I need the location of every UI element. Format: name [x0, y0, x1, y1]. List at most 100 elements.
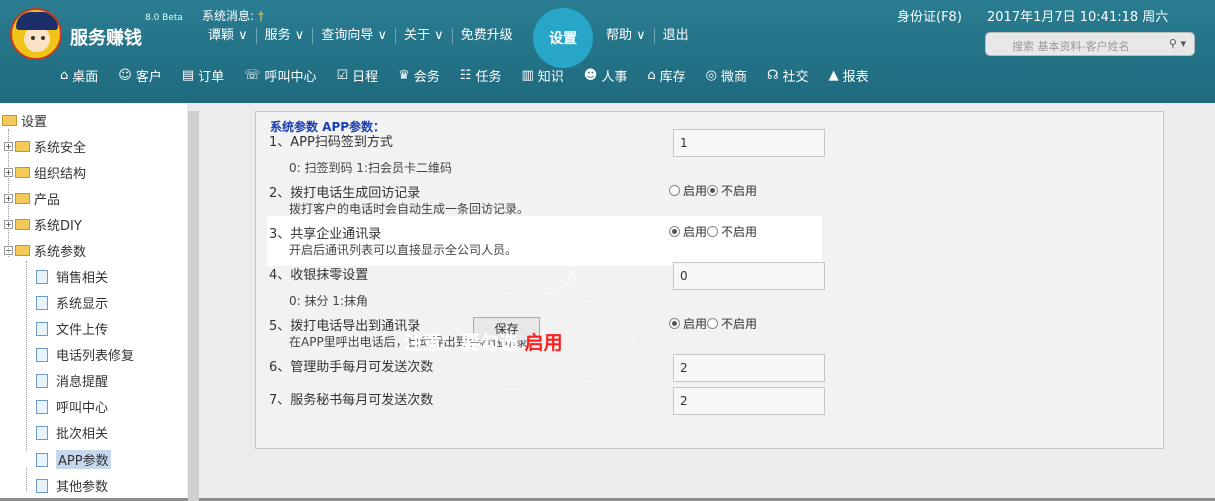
menu-about[interactable]: 关于 ∨: [396, 28, 453, 44]
customer-icon: ☺: [118, 68, 132, 83]
system-message: 系统消息: †: [202, 9, 265, 23]
idcard-link[interactable]: 身份证(F8): [897, 6, 962, 25]
meeting-icon: ♛: [398, 68, 410, 83]
nav-schedule[interactable]: ☑ 日程: [336, 66, 378, 85]
nav-inventory[interactable]: ⌂ 库存: [647, 66, 685, 85]
tree-item-other[interactable]: 其他参数: [36, 476, 108, 495]
menu-service[interactable]: 服务 ∨: [257, 28, 314, 44]
nav-customer[interactable]: ☺ 客户: [118, 66, 162, 85]
param-label: 2、拨打电话生成回访记录: [269, 186, 421, 201]
param-label: 5、拨打电话导出到通讯录: [269, 319, 421, 334]
page-icon: [36, 425, 48, 440]
page-icon: [36, 452, 48, 467]
radio-group: 启用 不启用: [669, 315, 757, 332]
home-icon: ⌂: [60, 68, 69, 83]
page-icon: [36, 321, 48, 336]
menu-upgrade[interactable]: 免费升级: [453, 28, 521, 44]
param-desc: 开启后通讯列表可以直接显示全公司人员。: [289, 243, 518, 257]
tree-root-settings[interactable]: 设置: [2, 111, 47, 130]
tree-group-product[interactable]: + 产品: [4, 189, 60, 208]
menu-query-wizard[interactable]: 查询向导 ∨: [313, 28, 396, 44]
secretary-monthly-input[interactable]: 2: [673, 387, 825, 415]
radio-disable[interactable]: [707, 226, 719, 237]
warehouse-icon: ⌂: [647, 68, 656, 83]
page-icon: [36, 347, 48, 362]
person-icon: ☻: [583, 68, 598, 83]
radio-disable[interactable]: [707, 318, 719, 329]
nav-task[interactable]: ☷ 任务: [460, 66, 502, 85]
param-desc: 0: 扫签到码 1:扫会员卡二维码: [289, 161, 452, 175]
nav-knowledge[interactable]: ▥ 知识: [521, 66, 563, 85]
radio-enable[interactable]: [669, 318, 680, 329]
search-icon[interactable]: ⚲ ▾: [1169, 37, 1186, 50]
tree-group-security[interactable]: + 系统安全: [4, 137, 86, 156]
nav-social[interactable]: ☊ 社交: [767, 66, 809, 85]
folder-icon: [15, 245, 30, 256]
page-icon: [36, 399, 48, 414]
app-checkin-mode-input[interactable]: 1: [673, 129, 825, 157]
settings-button[interactable]: 设置: [533, 8, 593, 68]
tree-item-upload[interactable]: 文件上传: [36, 319, 108, 338]
calendar-icon: ☑: [336, 68, 349, 83]
right-menu: 帮助 ∨ 退出: [598, 28, 697, 44]
tree-group-params[interactable]: − 系统参数: [4, 241, 86, 260]
nav-callcenter[interactable]: ☏ 呼叫中心: [244, 66, 316, 85]
param-label: 3、共享企业通讯录: [269, 227, 382, 242]
assistant-monthly-input[interactable]: 2: [673, 354, 825, 382]
folder-icon: [15, 193, 30, 204]
datetime-display: 2017年1月7日 10:41:18 周六: [987, 10, 1169, 25]
menu-logout[interactable]: 退出: [655, 28, 697, 44]
page-icon: [36, 295, 48, 310]
tree-group-org[interactable]: + 组织结构: [4, 163, 86, 182]
wechat-icon: ◎: [705, 68, 717, 83]
radio-group: 启用 不启用: [669, 182, 757, 199]
tree-item-app-params[interactable]: APP参数: [36, 450, 111, 469]
tree-item-display[interactable]: 系统显示: [36, 293, 108, 312]
nav-hr[interactable]: ☻ 人事: [584, 66, 628, 85]
annotation-text: 注意：要勾选 启用: [404, 332, 563, 354]
nav-meeting[interactable]: ♛ 会务: [398, 66, 440, 85]
param-label: 6、管理助手每月可发送次数: [269, 360, 434, 375]
nav-order[interactable]: ▤ 订单: [182, 66, 224, 85]
folder-icon: [15, 141, 30, 152]
version-label: 8.0 Beta: [145, 13, 183, 23]
param-desc: 0: 抹分 1:抹角: [289, 294, 368, 308]
key-icon[interactable]: †: [258, 9, 264, 23]
radio-disable[interactable]: [707, 185, 719, 196]
phone-icon: ☏: [244, 68, 261, 83]
knowledge-icon: ▥: [521, 68, 534, 83]
param-label: 1、APP扫码签到方式: [269, 135, 393, 150]
search-box[interactable]: 搜索 基本资料-客户姓名 ⚲ ▾: [985, 32, 1195, 56]
menu-help[interactable]: 帮助 ∨: [598, 28, 655, 44]
search-placeholder: 搜索 基本资料-客户姓名: [1012, 40, 1130, 53]
order-icon: ▤: [181, 68, 195, 83]
report-icon: ▲: [828, 68, 839, 83]
nav-desktop[interactable]: ⌂ 桌面: [60, 66, 98, 85]
nav-wechat[interactable]: ◎ 微商: [706, 66, 747, 85]
tree-group-diy[interactable]: + 系统DIY: [4, 215, 82, 234]
menu-user[interactable]: 谭颖 ∨: [200, 28, 257, 44]
radio-enable[interactable]: [669, 226, 680, 237]
brand-name: 服务赚钱: [70, 28, 142, 49]
logo: [10, 8, 62, 60]
main-nav: ⌂ 桌面 ☺ 客户 ▤ 订单 ☏ 呼叫中心 ☑ 日程 ♛ 会务 ☷ 任务 ▥ 知识 ☻ 人事 ⌂ 库…: [60, 66, 889, 85]
param-desc: 拨打客户的电话时会自动生成一条回访记录。: [289, 202, 530, 216]
tree-item-reminder[interactable]: 消息提醒: [36, 371, 108, 390]
radio-enable[interactable]: [669, 185, 680, 196]
page-icon: [36, 478, 48, 493]
nav-report[interactable]: ▲ 报表: [829, 66, 869, 85]
arrow-icon: [541, 270, 576, 295]
app-header: 服务赚钱 8.0 Beta 系统消息: † 谭颖 ∨ 服务 ∨ 查询向导 ∨ 关于…: [0, 0, 1215, 103]
radio-group: 启用 不启用: [669, 223, 757, 240]
settings-tree: 设置 + 系统安全 + 组织结构 + 产品 + 系统DIY − 系统参数 销售相关 系统显…: [0, 103, 200, 501]
tree-item-phone-repair[interactable]: 电话列表修复: [36, 345, 134, 364]
task-icon: ☷: [459, 68, 472, 83]
tree-item-sales[interactable]: 销售相关: [36, 267, 108, 286]
folder-icon: [15, 219, 30, 230]
tree-item-callcenter[interactable]: 呼叫中心: [36, 397, 108, 416]
tree-item-batch[interactable]: 批次相关: [36, 423, 108, 442]
cashier-rounding-input[interactable]: 0: [673, 262, 825, 290]
social-icon: ☊: [767, 68, 779, 83]
sidebar-scrollbar[interactable]: [187, 103, 200, 501]
top-menu: 谭颖 ∨ 服务 ∨ 查询向导 ∨ 关于 ∨ 免费升级: [200, 28, 521, 44]
